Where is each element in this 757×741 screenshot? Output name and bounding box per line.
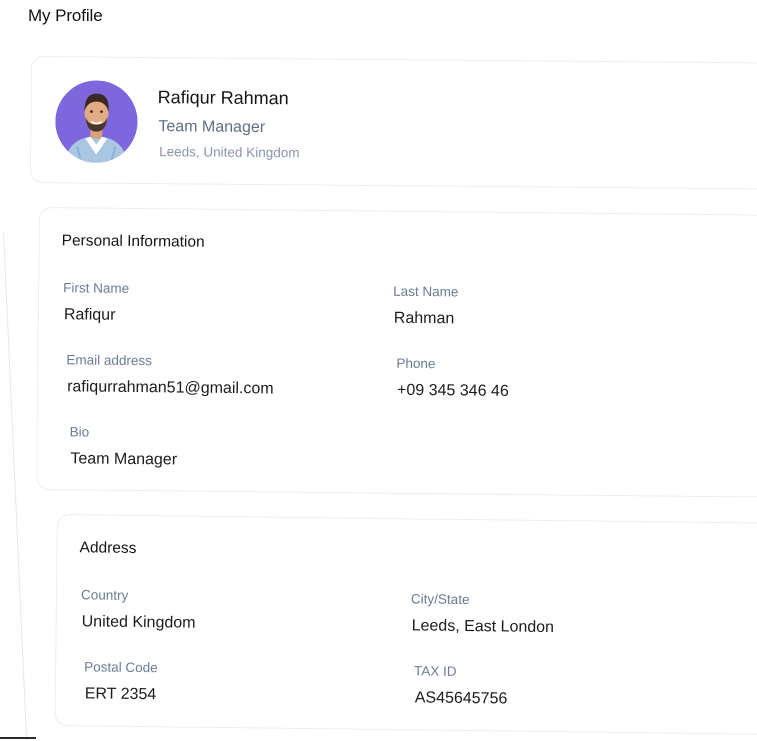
profile-summary-card: Rafiqur Rahman Team Manager Leeds, Unite… [29,56,757,190]
city-state-value: Leeds, East London [411,617,555,637]
scroll-indicator [0,737,36,739]
country-label: Country [80,587,129,603]
profile-name: Rafiqur Rahman [157,87,289,109]
phone-value: +09 345 346 46 [397,381,509,400]
address-card: Address Country United Kingdom City/Stat… [54,514,757,736]
last-name-value: Rahman [393,309,455,328]
last-name-label: Last Name [393,283,459,300]
section-title-address: Address [79,539,137,557]
personal-information-card: Personal Information First Name Rafiqur … [36,207,757,498]
profile-location: Leeds, United Kingdom [159,144,300,161]
profile-role: Team Manager [158,118,266,137]
first-name-label: First Name [63,280,130,296]
email-value: rafiqurrahman51@gmail.com [67,378,274,398]
bio-label: Bio [69,424,90,440]
avatar[interactable] [55,80,138,163]
avatar-photo [55,80,138,163]
profile-page: My Profile Rafiqur Rahman Team Manager L… [0,0,757,741]
section-title-personal: Personal Information [61,232,205,251]
city-state-label: City/State [410,591,470,608]
panel-divider [3,231,28,741]
tax-id-value: AS45645756 [414,689,508,708]
postal-code-label: Postal Code [84,659,158,676]
page-title: My Profile [28,6,103,25]
tax-id-label: TAX ID [414,663,457,679]
first-name-value: Rafiqur [63,306,116,324]
country-value: United Kingdom [81,613,196,632]
bio-value: Team Manager [70,450,178,469]
postal-code-value: ERT 2354 [84,685,157,704]
phone-label: Phone [396,355,436,372]
email-label: Email address [66,352,153,369]
